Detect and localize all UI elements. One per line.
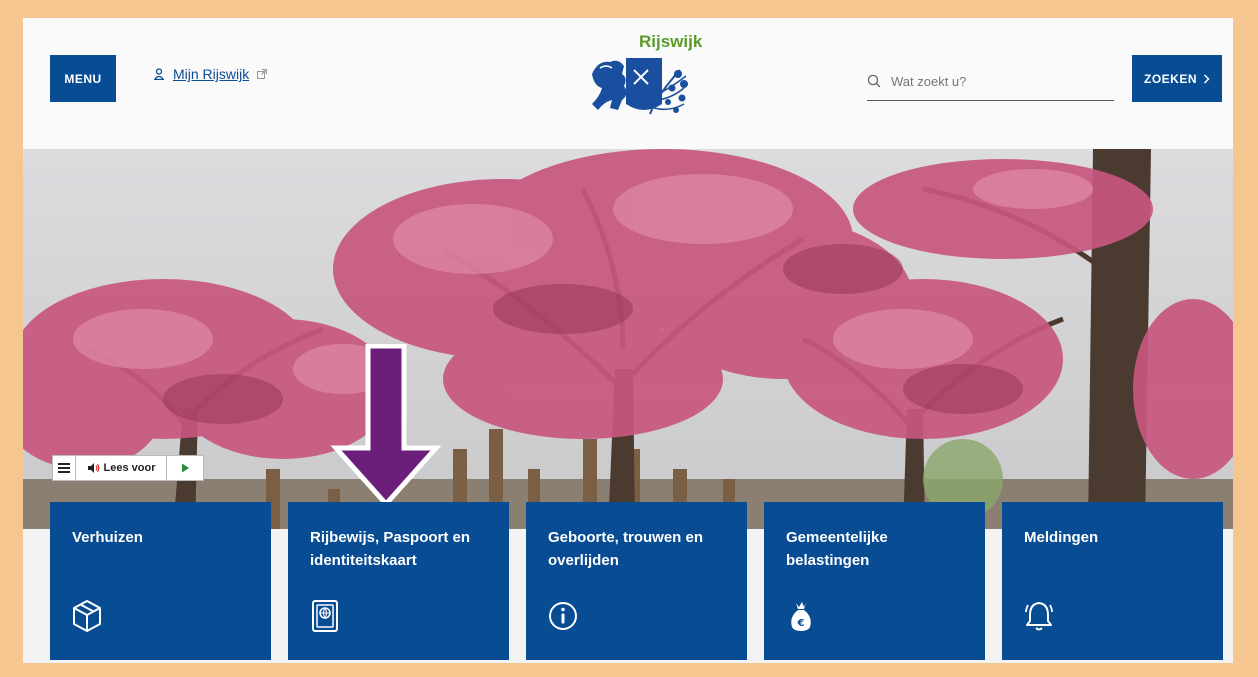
menu-button[interactable]: MENU: [50, 55, 116, 102]
speaker-icon: [87, 463, 99, 473]
play-button[interactable]: [167, 456, 203, 480]
tile-gemeentelijke-belastingen[interactable]: Gemeentelijke belastingen €: [764, 502, 985, 660]
tile-label[interactable]: Rijbewijs, Paspoort en identiteitskaart: [310, 526, 491, 572]
box-icon: [73, 600, 101, 632]
play-icon: [181, 463, 189, 473]
tile-rijbewijs-paspoort[interactable]: Rijbewijs, Paspoort en identiteitskaart: [288, 502, 509, 660]
page: MENU Mijn Rijswijk Rijswijk Wat zoekt u?…: [23, 18, 1233, 663]
svg-text:€: €: [797, 618, 805, 629]
zoeken-button-label[interactable]: ZOEKEN: [1144, 72, 1197, 86]
user-icon: [154, 68, 164, 80]
hamburger-icon: [58, 463, 70, 473]
lees-voor-button[interactable]: Lees voor: [76, 456, 167, 480]
site-header: MENU Mijn Rijswijk Rijswijk Wat zoekt u?…: [23, 18, 1233, 149]
bell-icon: [1025, 602, 1053, 631]
hero-image: [23, 149, 1233, 529]
search-icon: [867, 74, 881, 88]
rijswijk-logo-icon[interactable]: [588, 54, 690, 124]
readspeaker-bar: Lees voor: [52, 455, 204, 481]
cherry-blossom-photo: [23, 149, 1233, 529]
mijn-rijswijk-link[interactable]: Mijn Rijswijk: [153, 66, 268, 82]
readspeaker-menu-button[interactable]: [53, 456, 76, 480]
tile-meldingen[interactable]: Meldingen: [1002, 502, 1223, 660]
chevron-right-icon: [1203, 73, 1210, 84]
money-bag-icon: €: [791, 602, 811, 631]
tile-label[interactable]: Gemeentelijke belastingen: [786, 526, 967, 572]
external-link-icon: [257, 69, 268, 79]
mijn-rijswijk-label[interactable]: Mijn Rijswijk: [173, 66, 249, 82]
info-icon: [549, 602, 577, 630]
tile-label[interactable]: Geboorte, trouwen en overlijden: [548, 526, 729, 572]
tile-geboorte-trouwen-overlijden[interactable]: Geboorte, trouwen en overlijden: [526, 502, 747, 660]
tile-label[interactable]: Verhuizen: [72, 526, 253, 549]
search-input[interactable]: [889, 72, 1093, 90]
passport-icon: [312, 600, 338, 632]
logo-text[interactable]: Rijswijk: [639, 32, 702, 52]
search-field[interactable]: [867, 62, 1114, 101]
annotation-arrow-icon: [330, 344, 442, 508]
tile-label[interactable]: Meldingen: [1024, 526, 1205, 549]
zoeken-button[interactable]: ZOEKEN: [1132, 55, 1222, 102]
lees-voor-label: Lees voor: [103, 462, 156, 474]
tile-verhuizen[interactable]: Verhuizen: [50, 502, 271, 660]
